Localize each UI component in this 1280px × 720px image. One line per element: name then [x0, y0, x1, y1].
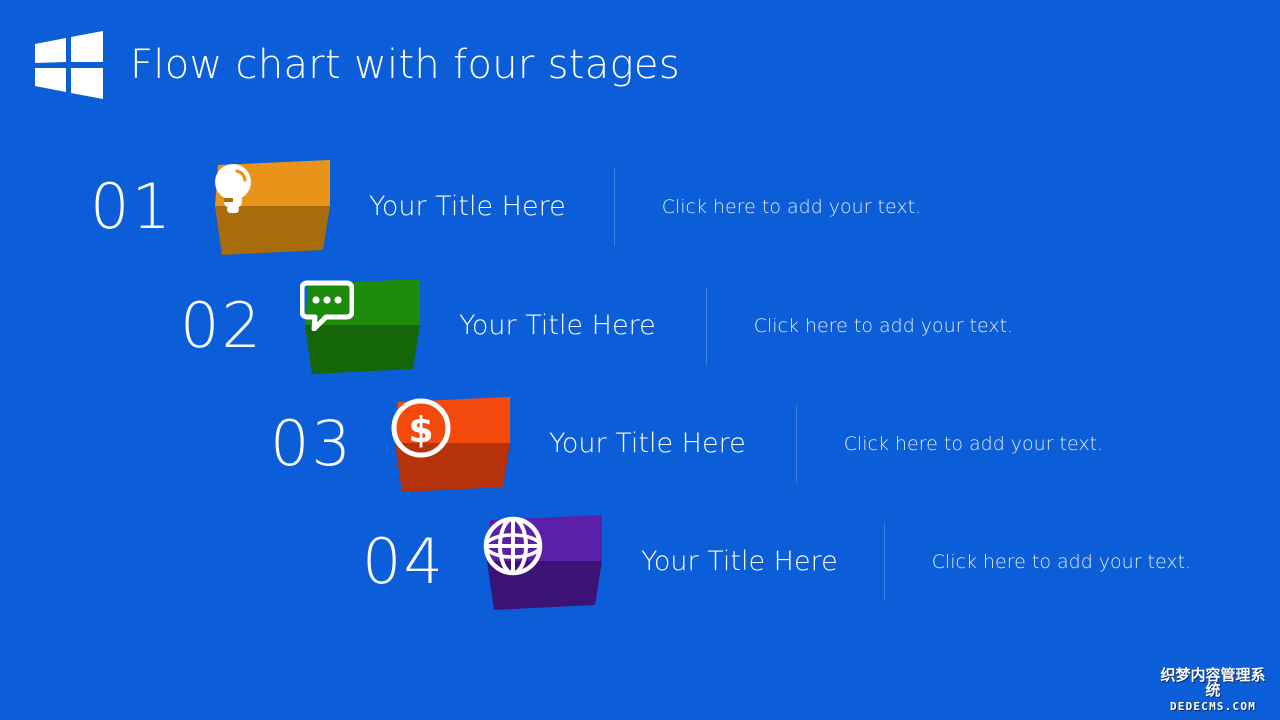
dollar-coin-icon: $: [390, 397, 515, 492]
stage-body-text[interactable]: Click here to add your text.: [932, 549, 1191, 575]
stage-list: 01 Your Title Here Click here to add you…: [0, 0, 1280, 720]
stage-row-01[interactable]: 01 Your Title Here Click here to add you…: [90, 157, 921, 257]
stage-title: Your Title Here: [549, 428, 746, 459]
stage-title: Your Title Here: [369, 191, 566, 222]
speech-bubble-icon: [300, 279, 425, 374]
watermark-en-text: DEDECMS.COM: [1169, 700, 1257, 713]
stage-banner-04: [482, 514, 607, 610]
stage-body-text[interactable]: Click here to add your text.: [754, 313, 1013, 339]
stage-divider: [883, 523, 885, 601]
stage-title: Your Title Here: [641, 546, 838, 577]
watermark-cn-text: 织梦内容管理系统: [1160, 666, 1266, 699]
stage-title: Your Title Here: [459, 310, 656, 341]
stage-number: 01: [90, 170, 173, 243]
watermark: 织梦内容管理系统 DEDECMS.COM: [1154, 666, 1272, 713]
slide-canvas: Flow chart with four stages 01 Your Titl…: [0, 0, 1280, 720]
stage-number: 02: [180, 289, 263, 362]
stage-banner-02: [300, 278, 425, 374]
stage-number: 03: [270, 407, 353, 480]
stage-banner-03: $: [390, 396, 515, 492]
lightbulb-icon: [210, 160, 335, 255]
stage-divider: [795, 405, 797, 483]
stage-body-text[interactable]: Click here to add your text.: [844, 431, 1103, 457]
stage-row-03[interactable]: 03 $ Your Title Here Click here to add y…: [270, 394, 1103, 494]
svg-text:$: $: [408, 410, 433, 451]
stage-row-04[interactable]: 04 Your Title Here Click here to add you…: [362, 512, 1191, 612]
stage-banner-01: [210, 159, 335, 255]
stage-divider: [613, 168, 615, 246]
stage-row-02[interactable]: 02 Your Title Here Click here to add you…: [180, 276, 1013, 376]
stage-divider: [705, 287, 707, 365]
stage-body-text[interactable]: Click here to add your text.: [662, 194, 921, 220]
stage-number: 04: [362, 525, 445, 598]
globe-icon: [482, 515, 607, 610]
